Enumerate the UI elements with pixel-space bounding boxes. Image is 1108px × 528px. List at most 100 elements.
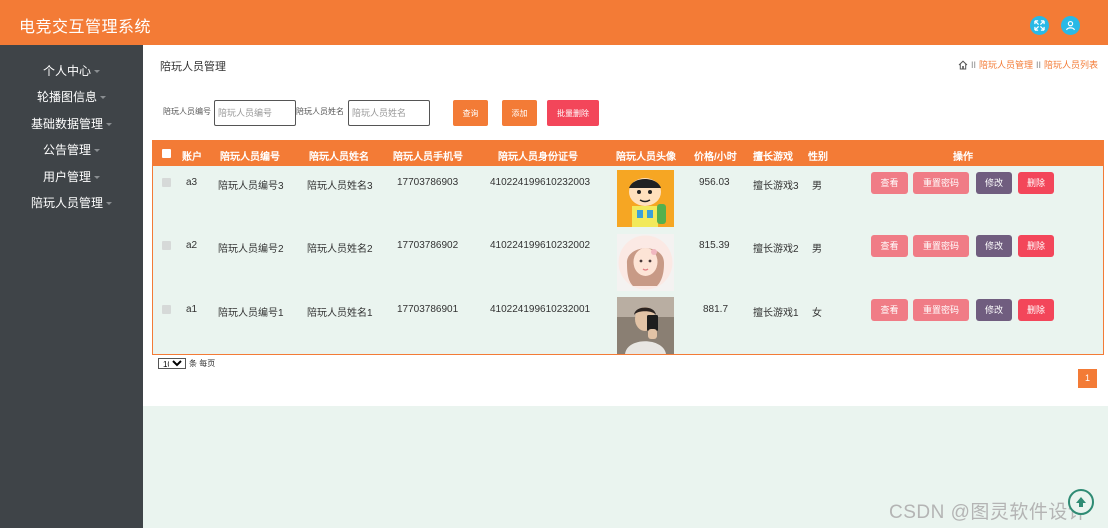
edit-button[interactable]: 修改 (976, 299, 1012, 321)
breadcrumb-separator: II (970, 59, 976, 70)
cell-id-card: 410224199610232001 (490, 304, 591, 315)
column-header: 价格/小时 (694, 152, 737, 163)
caret-down-icon (94, 70, 100, 74)
delete-button[interactable]: 删除 (1018, 235, 1054, 257)
cell-number: 陪玩人员编号1 (218, 308, 284, 319)
cell-number: 陪玩人员编号3 (218, 181, 284, 192)
sidebar-item-label: 用户管理 (42, 170, 91, 184)
per-page-label: 条 每页 (189, 359, 216, 368)
page-title: 陪玩人员管理 (160, 61, 226, 73)
app-title: 电竞交互管理系统 (19, 19, 152, 36)
illustrated-girl-avatar (617, 234, 674, 291)
view-button[interactable]: 查看 (871, 235, 908, 257)
cartoon-avatar (617, 170, 674, 227)
cell-price: 956.03 (699, 177, 730, 188)
mirror-selfie-avatar (617, 297, 674, 354)
caret-down-icon (106, 202, 112, 206)
cell-gender: 女 (812, 308, 822, 319)
caret-down-icon (106, 123, 112, 127)
breadcrumb: II 陪玩人员管理 II 陪玩人员列表 (958, 58, 1098, 71)
watermark: CSDN @图灵软件设计 (889, 502, 1088, 523)
sidebar-item-personal-center[interactable]: 个人中心 (0, 61, 143, 81)
cell-phone: 17703786903 (397, 177, 459, 188)
breadcrumb-separator: II (1035, 59, 1041, 70)
sidebar-item-label: 基础数据管理 (30, 117, 103, 131)
user-icon[interactable] (1061, 16, 1080, 35)
breadcrumb-item-management[interactable]: 陪玩人员管理 (979, 58, 1033, 71)
table-header: 账户 陪玩人员编号 陪玩人员姓名 陪玩人员手机号 陪玩人员身份证号 陪玩人员头像… (153, 141, 1103, 166)
sidebar-item-label: 公告管理 (42, 143, 91, 157)
cell-name: 陪玩人员姓名1 (307, 308, 373, 319)
column-header: 账户 (182, 152, 202, 163)
column-header: 性别 (808, 152, 828, 163)
delete-button[interactable]: 删除 (1018, 172, 1054, 194)
row-checkbox[interactable] (162, 305, 171, 314)
view-button[interactable]: 查看 (871, 299, 908, 321)
sidebar-item-announcements[interactable]: 公告管理 (0, 140, 143, 160)
cell-id-card: 410224199610232002 (490, 240, 591, 251)
column-header: 操作 (953, 152, 973, 163)
edit-button[interactable]: 修改 (976, 172, 1012, 194)
cell-phone: 17703786902 (397, 240, 459, 251)
number-search-input[interactable] (214, 100, 296, 126)
view-button[interactable]: 查看 (871, 172, 908, 194)
name-search-label: 陪玩人员姓名 (296, 107, 344, 116)
column-header: 陪玩人员手机号 (393, 152, 463, 163)
select-all-checkbox[interactable] (162, 149, 171, 158)
home-icon[interactable] (958, 60, 968, 70)
sidebar-item-label: 个人中心 (42, 64, 91, 78)
row-checkbox[interactable] (162, 178, 171, 187)
companion-table: 账户 陪玩人员编号 陪玩人员姓名 陪玩人员手机号 陪玩人员身份证号 陪玩人员头像… (152, 140, 1104, 355)
sidebar: 个人中心 轮播图信息 基础数据管理 公告管理 用户管理 陪玩人员管理 (0, 45, 143, 528)
column-header: 陪玩人员身份证号 (498, 152, 578, 163)
sidebar-item-basic-data[interactable]: 基础数据管理 (0, 114, 143, 134)
sidebar-item-users[interactable]: 用户管理 (0, 167, 143, 187)
top-bar: 电竞交互管理系统 (0, 0, 1108, 45)
column-header: 陪玩人员编号 (220, 152, 280, 163)
caret-down-icon (94, 176, 100, 180)
main-content: 陪玩人员管理 II 陪玩人员管理 II 陪玩人员列表 陪玩人员编号 陪玩人员姓名… (143, 45, 1108, 406)
add-button[interactable]: 添加 (502, 100, 537, 126)
caret-down-icon (94, 149, 100, 153)
cell-account: a1 (186, 304, 198, 315)
sidebar-item-label: 陪玩人员管理 (30, 196, 103, 210)
query-button[interactable]: 查询 (453, 100, 488, 126)
cell-game: 擅长游戏2 (753, 244, 799, 255)
arrow-up-icon (1076, 497, 1086, 507)
cell-phone: 17703786901 (397, 304, 459, 315)
cell-price: 815.39 (699, 240, 730, 251)
caret-down-icon (100, 96, 106, 100)
breadcrumb-item-list[interactable]: 陪玩人员列表 (1044, 58, 1098, 71)
cell-game: 擅长游戏3 (753, 181, 799, 192)
edit-button[interactable]: 修改 (976, 235, 1012, 257)
cell-account: a2 (186, 240, 198, 251)
cell-game: 擅长游戏1 (753, 308, 799, 319)
cell-name: 陪玩人员姓名3 (307, 181, 373, 192)
cell-price: 881.7 (703, 304, 729, 315)
column-header: 陪玩人员姓名 (309, 152, 369, 163)
row-checkbox[interactable] (162, 241, 171, 250)
cell-account: a3 (186, 177, 198, 188)
reset-password-button[interactable]: 重置密码 (913, 299, 969, 321)
cell-gender: 男 (812, 181, 822, 192)
reset-password-button[interactable]: 重置密码 (913, 235, 969, 257)
cell-number: 陪玩人员编号2 (218, 244, 284, 255)
cell-id-card: 410224199610232003 (490, 177, 591, 188)
reset-password-button[interactable]: 重置密码 (913, 172, 969, 194)
column-header: 陪玩人员头像 (616, 152, 676, 163)
page-size-select[interactable]: 10 (158, 358, 186, 369)
number-search-label: 陪玩人员编号 (163, 107, 211, 116)
page-button-current[interactable]: 1 (1078, 369, 1097, 388)
fullscreen-icon[interactable] (1030, 16, 1049, 35)
sidebar-item-label: 轮播图信息 (36, 90, 97, 104)
sidebar-item-carousel[interactable]: 轮播图信息 (0, 87, 143, 107)
column-header: 擅长游戏 (753, 152, 793, 163)
scroll-top-button[interactable] (1068, 489, 1094, 515)
name-search-input[interactable] (348, 100, 430, 126)
delete-button[interactable]: 删除 (1018, 299, 1054, 321)
cell-gender: 男 (812, 244, 822, 255)
page-size-control: 10 条 每页 (158, 358, 215, 369)
cell-name: 陪玩人员姓名2 (307, 244, 373, 255)
batch-delete-button[interactable]: 批量删除 (547, 100, 599, 126)
sidebar-item-companions[interactable]: 陪玩人员管理 (0, 193, 143, 213)
